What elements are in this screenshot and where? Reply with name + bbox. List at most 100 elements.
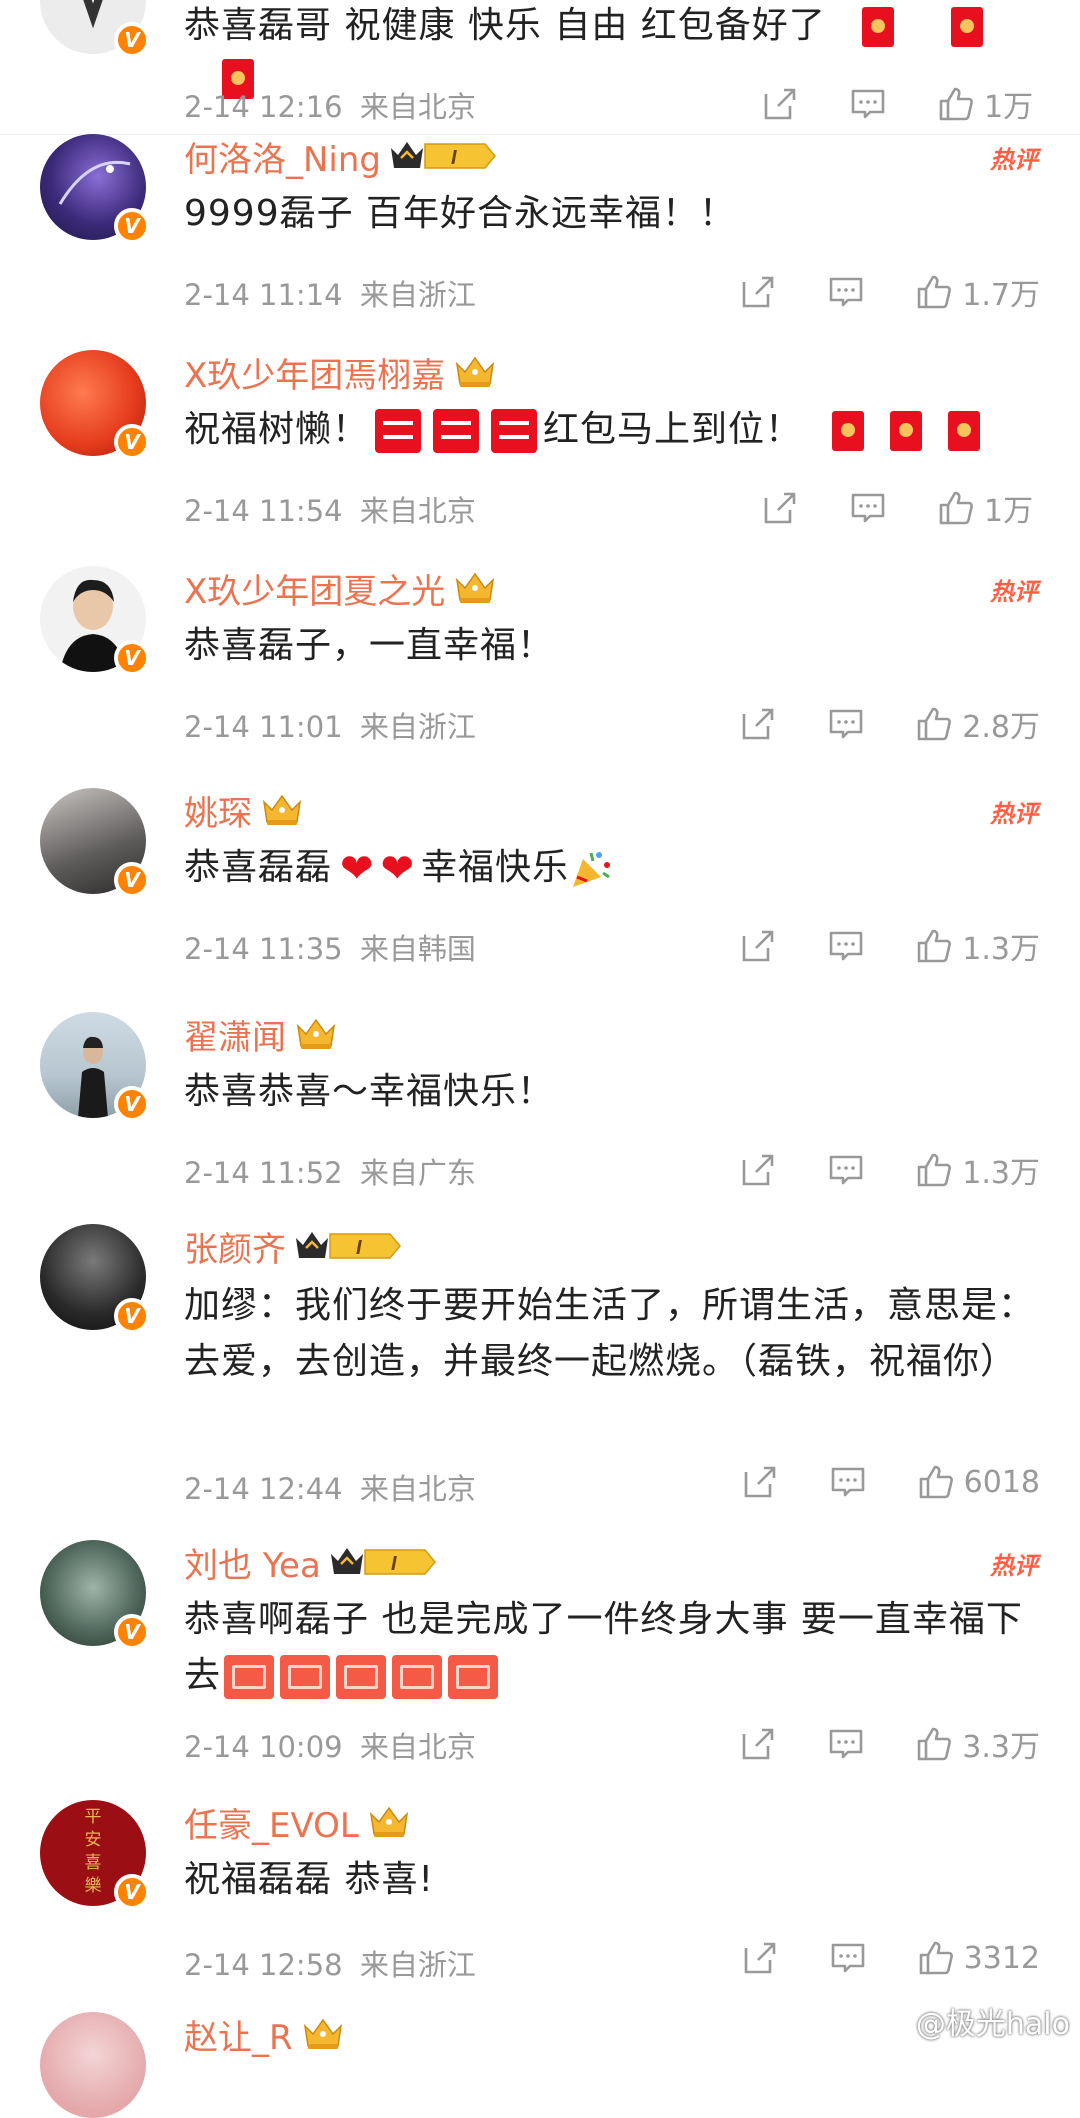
crown-level-badge-icon bbox=[329, 1544, 439, 1580]
comment-actions: 3.3万 bbox=[740, 1722, 1040, 1766]
share-icon[interactable] bbox=[740, 928, 776, 964]
share-icon[interactable] bbox=[742, 1940, 778, 1976]
crown-icon bbox=[294, 1016, 338, 1052]
like-count: 1万 bbox=[984, 90, 1034, 125]
share-icon[interactable] bbox=[740, 1726, 776, 1762]
comment-icon[interactable] bbox=[830, 1940, 866, 1976]
thumbs-up-icon[interactable] bbox=[916, 274, 952, 310]
thumbs-up-icon[interactable] bbox=[938, 490, 974, 526]
verified-v-icon: V bbox=[114, 640, 150, 676]
username-row: 任豪_EVOL bbox=[184, 1798, 411, 1847]
comment-actions: 1.3万 bbox=[740, 924, 1040, 968]
comment-icon[interactable] bbox=[830, 1464, 866, 1500]
comment-meta: 2-14 11:54 来自北京 bbox=[184, 488, 476, 530]
zan-praise-icon bbox=[448, 1655, 499, 1699]
avatar[interactable]: V bbox=[40, 1540, 150, 1650]
username-row: 翟潇闻 bbox=[184, 1010, 338, 1059]
verified-v-icon: V bbox=[114, 1614, 150, 1650]
avatar[interactable]: V bbox=[40, 1012, 150, 1122]
avatar[interactable]: V bbox=[40, 1224, 150, 1334]
username[interactable]: 姚琛 bbox=[184, 786, 252, 835]
comment-text: 9999磊子 百年好合永远幸福！！ bbox=[184, 193, 737, 234]
share-icon[interactable] bbox=[742, 1464, 778, 1500]
red-envelope-icon bbox=[862, 7, 895, 47]
share-icon[interactable] bbox=[762, 86, 798, 122]
comment-icon[interactable] bbox=[828, 274, 864, 310]
comment-icon[interactable] bbox=[828, 1152, 864, 1188]
comment-meta: 2-14 10:09 来自北京 bbox=[184, 1724, 476, 1766]
comment-text: 恭喜恭喜～幸福快乐！ bbox=[184, 1071, 555, 1112]
comment-time: 2-14 12:58 bbox=[184, 1948, 343, 1982]
avatar[interactable]: V bbox=[40, 0, 150, 58]
comment-time: 2-14 11:35 bbox=[184, 932, 343, 966]
username-row: 张颜齐 bbox=[184, 1222, 404, 1271]
comment-text: 恭喜啊磊子 也是完成了一件终身大事 要一直幸福下去 bbox=[184, 1592, 1040, 1704]
comment-actions: 1万 bbox=[762, 486, 1040, 530]
crown-icon bbox=[453, 354, 497, 390]
comment-icon[interactable] bbox=[828, 706, 864, 742]
comment-location: 来自浙江 bbox=[359, 1948, 476, 1982]
comment-icon[interactable] bbox=[828, 1726, 864, 1762]
verified-v-icon: V bbox=[114, 1086, 150, 1122]
comment-icon[interactable] bbox=[850, 86, 886, 122]
avatar[interactable]: V bbox=[40, 788, 150, 898]
avatar[interactable]: 平安喜樂 V bbox=[40, 1800, 150, 1910]
red-envelope-icon bbox=[890, 411, 923, 451]
verified-v-icon: V bbox=[114, 1874, 150, 1910]
watermark: @极光halo bbox=[874, 1999, 1070, 2043]
comment-time: 2-14 11:52 bbox=[184, 1156, 343, 1190]
avatar[interactable]: V bbox=[40, 350, 150, 460]
avatar[interactable] bbox=[40, 2012, 146, 2118]
like-count: 1.3万 bbox=[962, 932, 1040, 967]
comment-location: 来自北京 bbox=[359, 90, 476, 124]
crown-icon bbox=[453, 570, 497, 606]
hot-comment-badge: 热评 bbox=[990, 146, 1038, 174]
username[interactable]: X玖少年团夏之光 bbox=[184, 564, 445, 613]
comment-icon[interactable] bbox=[850, 490, 886, 526]
thumbs-up-icon[interactable] bbox=[938, 86, 974, 122]
thumbs-up-icon[interactable] bbox=[916, 706, 952, 742]
share-icon[interactable] bbox=[740, 274, 776, 310]
comment-text: 恭喜磊子，一直幸福！ bbox=[184, 625, 555, 666]
avatar-seal-text: 平安喜樂 bbox=[84, 1807, 102, 1896]
username[interactable]: 刘也 Yea bbox=[184, 1538, 321, 1587]
like-count: 1.3万 bbox=[962, 1156, 1040, 1191]
username[interactable]: 赵让_R bbox=[184, 2010, 293, 2059]
thumbs-up-icon[interactable] bbox=[916, 928, 952, 964]
divider bbox=[0, 134, 1080, 135]
comment-meta: 2-14 11:01 来自浙江 bbox=[184, 704, 476, 746]
share-icon[interactable] bbox=[740, 706, 776, 742]
red-heart-icon: ❤ bbox=[380, 846, 416, 892]
thumbs-up-icon[interactable] bbox=[916, 1152, 952, 1188]
like-count: 1万 bbox=[984, 494, 1034, 529]
username[interactable]: X玖少年团焉栩嘉 bbox=[184, 348, 445, 397]
thumbs-up-icon[interactable] bbox=[916, 1726, 952, 1762]
avatar[interactable]: V bbox=[40, 134, 150, 244]
comment-actions: 3312 bbox=[742, 1940, 1040, 1976]
username[interactable]: 任豪_EVOL bbox=[184, 1798, 359, 1847]
weibo-logo-icon bbox=[874, 2008, 909, 2036]
comment-location: 来自浙江 bbox=[359, 710, 476, 744]
comment-actions: 6018 bbox=[742, 1464, 1040, 1500]
hot-comment-badge: 热评 bbox=[990, 800, 1038, 828]
comment-actions: 1万 bbox=[762, 82, 1040, 126]
comment-location: 来自北京 bbox=[359, 494, 476, 528]
comment-time: 2-14 12:16 bbox=[184, 90, 343, 124]
username[interactable]: 张颜齐 bbox=[184, 1222, 286, 1271]
avatar[interactable]: V bbox=[40, 566, 150, 676]
comment-meta: 2-14 11:52 来自广东 bbox=[184, 1150, 476, 1192]
username[interactable]: 何洛洛_Ning bbox=[184, 132, 381, 181]
comment-actions: 2.8万 bbox=[740, 702, 1040, 746]
username[interactable]: 翟潇闻 bbox=[184, 1010, 286, 1059]
red-envelope-icon bbox=[950, 7, 983, 47]
username-row: X玖少年团夏之光 bbox=[184, 564, 497, 613]
share-icon[interactable] bbox=[740, 1152, 776, 1188]
comment-time: 2-14 10:09 bbox=[184, 1730, 343, 1764]
comment-icon[interactable] bbox=[828, 928, 864, 964]
share-icon[interactable] bbox=[762, 490, 798, 526]
username-row: 刘也 Yea bbox=[184, 1538, 439, 1587]
crown-icon bbox=[367, 1804, 411, 1840]
thumbs-up-icon[interactable] bbox=[918, 1464, 954, 1500]
comment-actions: 1.7万 bbox=[740, 270, 1040, 314]
thumbs-up-icon[interactable] bbox=[918, 1940, 954, 1976]
